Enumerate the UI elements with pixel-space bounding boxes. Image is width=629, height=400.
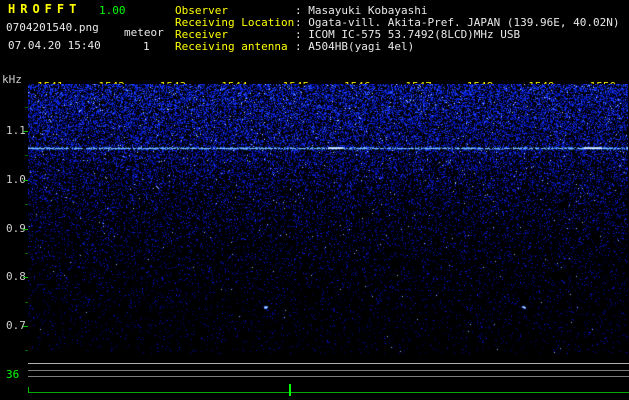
meteor-event-tick — [289, 384, 291, 396]
spectrogram-canvas — [28, 84, 628, 354]
freq-axis-unit: kHz — [2, 73, 22, 86]
app-title: HROFFT — [8, 2, 82, 16]
meteor-count: 1 — [143, 40, 150, 53]
station-info: Observer: Masayuki Kobayashi Receiving Lo… — [175, 5, 620, 53]
meter-gridline — [28, 363, 629, 364]
meter-gridline — [28, 370, 629, 371]
meter-gridline — [28, 376, 629, 377]
output-filename: 0704201540.png — [6, 21, 99, 34]
meteor-label: meteor — [124, 26, 164, 39]
app-version: 1.00 — [99, 4, 126, 17]
event-axis-left-tick — [28, 387, 29, 393]
event-axis-line — [28, 392, 629, 393]
hrofft-output: HROFFT 1.00 0704201540.png meteor 1 07.0… — [0, 0, 629, 400]
meter-scale-label: 36 — [6, 368, 20, 381]
info-row: Receiving antenna : A504HB(yagi 4el) — [175, 41, 620, 53]
timestamp: 07.04.20 15:40 — [8, 39, 101, 52]
info-row-value: : A504HB(yagi 4el) — [295, 40, 415, 53]
info-row-label: Receiving antenna — [175, 40, 288, 53]
